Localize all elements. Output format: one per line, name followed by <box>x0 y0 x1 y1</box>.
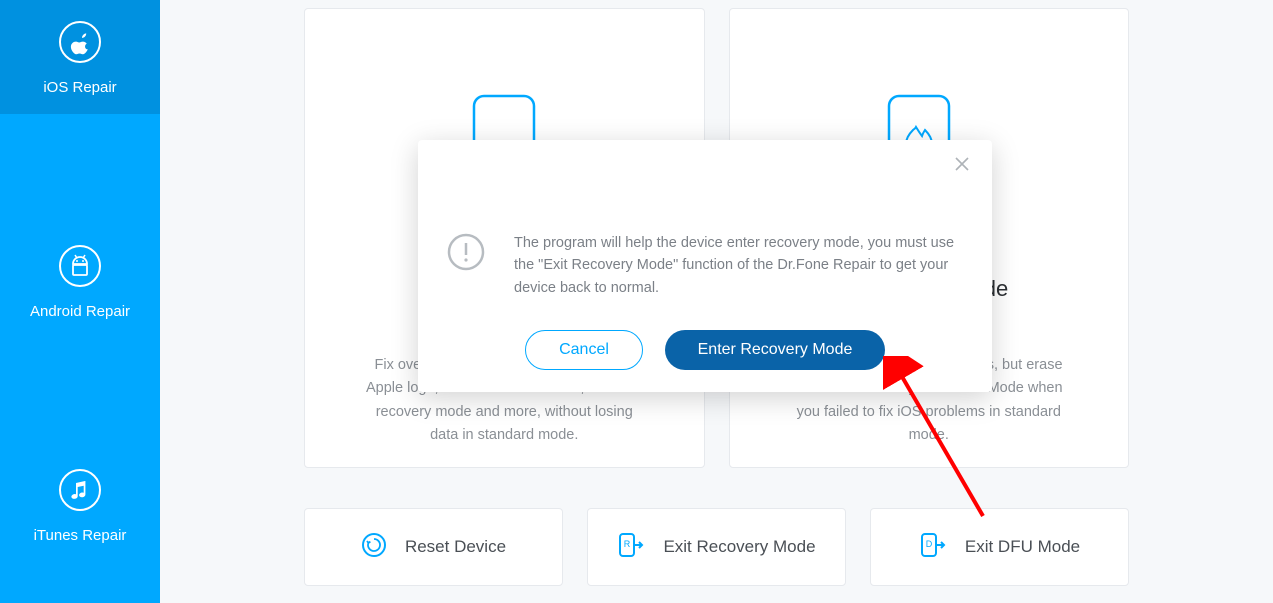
modal-text: The program will help the device enter r… <box>514 232 958 299</box>
sidebar-item-itunes-repair[interactable]: iTunes Repair <box>0 448 160 562</box>
sidebar-item-label: iTunes Repair <box>34 527 127 544</box>
svg-text:R: R <box>624 539 631 549</box>
svg-text:D: D <box>926 539 933 549</box>
button-label: Exit Recovery Mode <box>663 537 815 557</box>
sidebar-item-label: Android Repair <box>30 303 130 320</box>
reset-icon <box>361 532 387 563</box>
itunes-icon <box>58 468 102 517</box>
exit-dfu-mode-button[interactable]: D Exit DFU Mode <box>870 508 1129 586</box>
sidebar-item-label: iOS Repair <box>43 79 116 96</box>
close-icon[interactable] <box>952 154 976 178</box>
apple-icon <box>58 20 102 69</box>
sidebar-item-ios-repair[interactable]: iOS Repair <box>0 0 160 114</box>
exit-recovery-mode-button[interactable]: R Exit Recovery Mode <box>587 508 846 586</box>
enter-recovery-mode-button[interactable]: Enter Recovery Mode <box>665 330 885 370</box>
android-icon <box>58 244 102 293</box>
button-label: Exit DFU Mode <box>965 537 1080 557</box>
exit-dfu-icon: D <box>919 532 947 563</box>
exit-recovery-icon: R <box>617 532 645 563</box>
cancel-button[interactable]: Cancel <box>525 330 643 370</box>
warning-icon <box>446 232 490 299</box>
button-label: Reset Device <box>405 537 506 557</box>
sidebar: iOS Repair Android Repair iTunes Repair <box>0 0 160 603</box>
sidebar-item-android-repair[interactable]: Android Repair <box>0 224 160 338</box>
reset-device-button[interactable]: Reset Device <box>304 508 563 586</box>
enter-recovery-modal: The program will help the device enter r… <box>418 140 992 392</box>
